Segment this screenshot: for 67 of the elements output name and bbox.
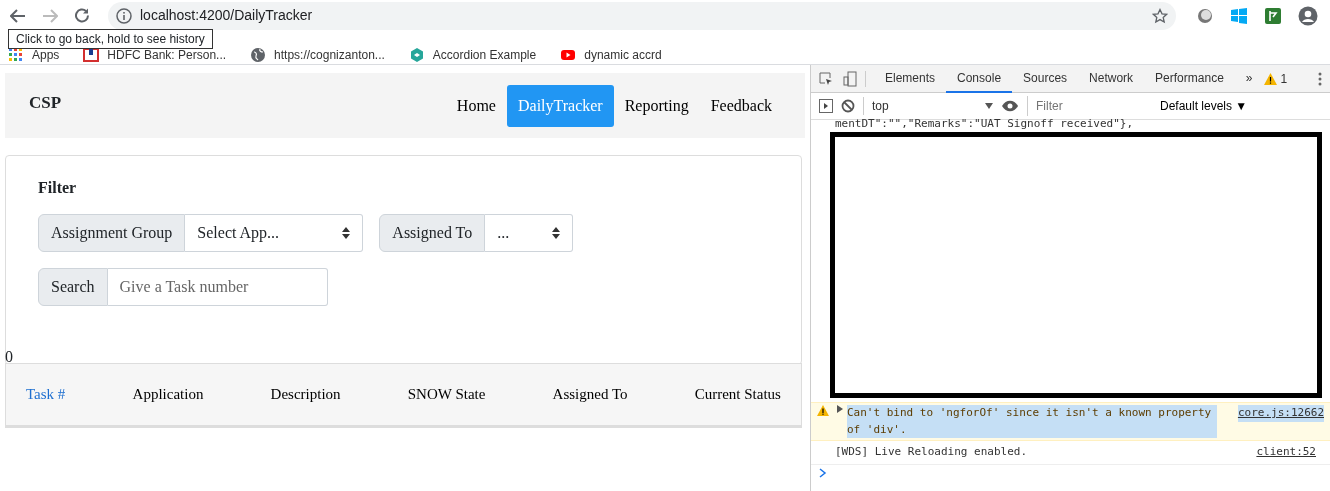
bookmark-link[interactable]: HDFC Bank: Person... (83, 47, 227, 63)
column-header: Assigned To (552, 385, 628, 405)
url-text: localhost:4200/DailyTracker (140, 6, 314, 25)
select-dropdown[interactable]: Select App... (185, 214, 364, 252)
address-bar[interactable]: localhost:4200/DailyTracker (108, 1, 1176, 30)
input-label: Search (38, 268, 108, 306)
bookmark-link[interactable]: dynamic accrd (560, 47, 662, 63)
devtools-tab[interactable]: Network (1078, 64, 1145, 93)
column-header-link[interactable]: Task # (26, 383, 66, 406)
column-header: Current Status (694, 385, 781, 405)
input-label: Assigned To (379, 214, 486, 252)
forward-icon (42, 8, 58, 23)
sidebar-toggle-icon[interactable] (819, 99, 833, 113)
nav-link[interactable]: Home (445, 84, 507, 127)
kebab-menu-icon[interactable] (1318, 71, 1322, 86)
console-message: mentDT":"","Remarks":"UAT Signoff received"}, (835, 118, 1133, 130)
count-text: 0 (5, 348, 14, 366)
context-value: top (872, 98, 889, 115)
context-select[interactable]: top (863, 97, 993, 115)
dropdown-caret-icon (985, 103, 993, 109)
sort-caret-icon (552, 227, 561, 239)
reload-icon (75, 8, 89, 23)
nav-link[interactable]: Feedback (699, 84, 783, 127)
bank-icon (83, 47, 100, 63)
globe-icon (250, 47, 267, 63)
warning-icon (1263, 72, 1277, 85)
search-field[interactable]: Give a Task number (107, 268, 328, 306)
sort-caret-icon (342, 227, 351, 239)
more-tabs-button[interactable]: » (1234, 64, 1264, 93)
expand-triangle-icon[interactable] (837, 405, 843, 413)
filter-title: Filter (38, 178, 78, 198)
select-value: ... (497, 223, 510, 243)
video-play-icon (560, 47, 577, 63)
device-icon[interactable] (843, 70, 857, 87)
devtools-tab[interactable]: Sources (1012, 64, 1079, 93)
nav-link[interactable]: Reporting (613, 84, 700, 127)
hexagon-icon (408, 47, 425, 63)
warning-icon (817, 405, 829, 416)
flag-extension-icon[interactable] (1264, 6, 1282, 25)
bookmark-link[interactable]: https://cognizanton... (250, 47, 385, 63)
circle-extension-icon[interactable] (1196, 6, 1214, 25)
tooltip: Click to go back, hold to see history (8, 29, 213, 49)
profile-icon[interactable] (1298, 5, 1318, 26)
prompt-chevron-icon[interactable] (819, 467, 827, 478)
inspect-icon[interactable] (819, 71, 833, 86)
column-header: Application (132, 385, 204, 405)
source-link[interactable]: core.js:12662 (1237, 405, 1324, 422)
star-icon[interactable] (1152, 7, 1168, 24)
eye-icon[interactable] (1001, 100, 1019, 112)
column-header: SNOW State (407, 385, 486, 405)
warning-message: Can't bind to 'ngforOf' since it isn't a known property of 'div'. (847, 405, 1217, 438)
windows-extension-icon[interactable] (1230, 6, 1248, 25)
column-header: Description (270, 385, 341, 405)
select-value: Select App... (197, 223, 280, 244)
input-label: Assignment Group (38, 214, 186, 252)
devtools-tab[interactable]: Elements (874, 64, 947, 93)
back-icon (10, 8, 26, 23)
bookmark-link[interactable]: Accordion Example (408, 47, 537, 63)
info-icon (116, 7, 132, 24)
warning-counter[interactable]: 1 (1263, 69, 1288, 88)
console-message: [WDS] Live Reloading enabled. (835, 444, 1028, 460)
clear-console-icon[interactable] (841, 99, 855, 113)
source-link[interactable]: client:52 (1256, 444, 1316, 461)
devtools-tab[interactable]: Performance (1144, 64, 1235, 93)
brand-title: CSP (29, 91, 62, 114)
select-dropdown[interactable]: ... (485, 214, 574, 252)
warning-count: 1 (1280, 70, 1288, 88)
